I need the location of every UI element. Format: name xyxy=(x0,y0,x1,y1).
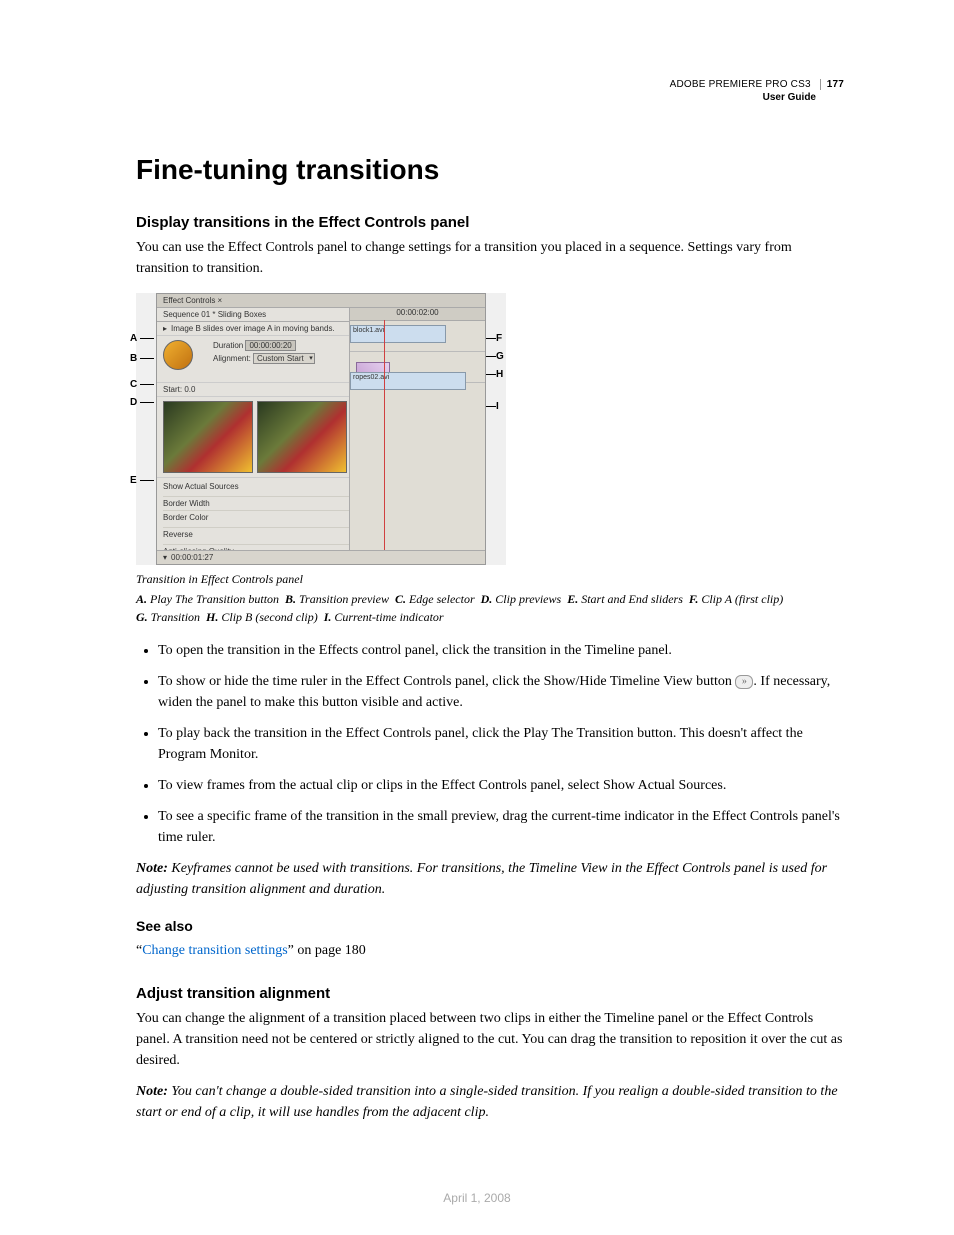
link-change-transition-settings[interactable]: Change transition settings xyxy=(142,943,287,958)
product-name: ADOBE PREMIERE PRO CS3 xyxy=(670,79,811,90)
callout-F: F xyxy=(496,333,502,344)
list-item: To view frames from the actual clip or c… xyxy=(158,775,844,796)
list-item: To play back the transition in the Effec… xyxy=(158,723,844,765)
list-item: To open the transition in the Effects co… xyxy=(158,640,844,661)
reverse-label: Reverse xyxy=(163,530,193,542)
clip-b: ropes02.avi xyxy=(350,372,466,390)
header-subtitle: User Guide xyxy=(136,91,844,104)
note-label: Note: xyxy=(136,1084,168,1099)
duration-label: Duration xyxy=(213,341,243,350)
callout-D: D xyxy=(130,397,137,408)
callout-B: B xyxy=(130,353,137,364)
section-heading: Display transitions in the Effect Contro… xyxy=(136,214,844,231)
note-label: Note: xyxy=(136,861,168,876)
clip-preview-end xyxy=(257,401,347,473)
see-also-item: “Change transition settings” on page 180 xyxy=(136,940,844,961)
page-number: 177 xyxy=(820,79,844,90)
see-also-heading: See also xyxy=(136,918,844,934)
body-paragraph: You can change the alignment of a transi… xyxy=(136,1008,844,1071)
transition-desc: Image B slides over image A in moving ba… xyxy=(171,324,335,333)
figure-legend: A. Play The Transition button B. Transit… xyxy=(136,590,844,626)
border-color-label: Border Color xyxy=(163,513,208,525)
panel-tab: Effect Controls × xyxy=(157,294,485,308)
time-ruler: 00:00:02:00 xyxy=(350,308,485,321)
callout-I: I xyxy=(496,401,499,412)
list-item: To see a specific frame of the transitio… xyxy=(158,806,844,848)
effect-controls-panel: Effect Controls × Sequence 01 * Sliding … xyxy=(156,293,486,565)
start-value: 0.0 xyxy=(184,385,195,394)
duration-value: 00:00:00:20 xyxy=(245,340,295,351)
figure-caption: Transition in Effect Controls panel xyxy=(136,571,844,588)
page-header: ADOBE PREMIERE PRO CS3 177 User Guide xyxy=(136,78,844,104)
start-label: Start: xyxy=(163,385,182,394)
border-width-label: Border Width xyxy=(163,499,210,508)
clip-preview-start xyxy=(163,401,253,473)
section-intro: You can use the Effect Controls panel to… xyxy=(136,237,844,279)
page-title: Fine-tuning transitions xyxy=(136,154,844,186)
callout-A: A xyxy=(130,333,137,344)
callout-G: G xyxy=(496,351,504,362)
footer-date: April 1, 2008 xyxy=(0,1191,954,1205)
transition-preview-thumb xyxy=(163,340,193,370)
alignment-value: Custom Start xyxy=(253,353,315,364)
show-actual-label: Show Actual Sources xyxy=(163,482,239,494)
section-heading: Adjust transition alignment xyxy=(136,985,844,1002)
show-hide-timeline-icon: » xyxy=(735,675,753,689)
note-paragraph: Note: Keyframes cannot be used with tran… xyxy=(136,858,844,900)
callout-C: C xyxy=(130,379,137,390)
current-time-indicator xyxy=(384,320,385,550)
clip-a: block1.avi xyxy=(350,325,446,343)
bullet-list: To open the transition in the Effects co… xyxy=(136,640,844,848)
callout-H: H xyxy=(496,369,503,380)
note-paragraph: Note: You can't change a double-sided tr… xyxy=(136,1081,844,1123)
figure: A B C D E F G H I Effect Controls × Sequ… xyxy=(136,293,844,626)
timeline-view: 00:00:02:00 block1.avi ropes02.avi xyxy=(349,308,485,550)
timecode-bottom: 00:00:01:27 xyxy=(171,553,213,562)
list-item: To show or hide the time ruler in the Ef… xyxy=(158,671,844,713)
alignment-label: Alignment: xyxy=(213,354,251,363)
callout-E: E xyxy=(130,475,137,486)
